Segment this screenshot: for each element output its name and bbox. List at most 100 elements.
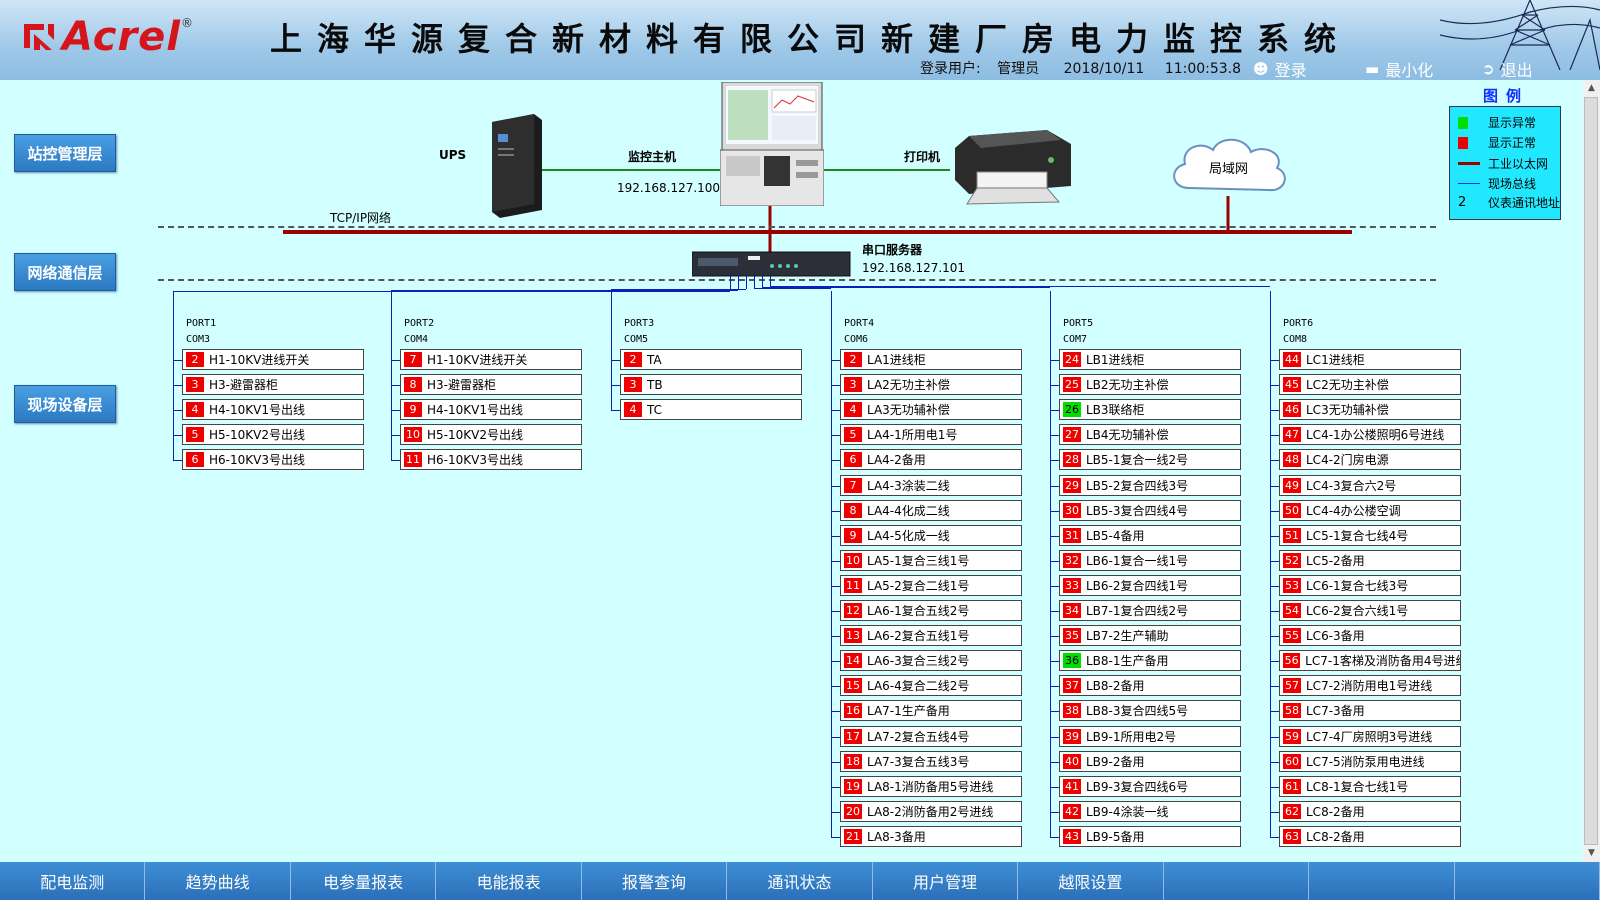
device-item[interactable]: 58 LC7-3备用 bbox=[1279, 700, 1461, 722]
device-item[interactable]: 8 LA4-4化成二线 bbox=[840, 499, 1022, 521]
device-item[interactable]: 46 LC3无功辅补偿 bbox=[1279, 399, 1461, 421]
device-item[interactable]: 12 LA6-1复合五线2号 bbox=[840, 600, 1022, 621]
device-item[interactable]: 59 LC7-4厂房照明3号进线 bbox=[1279, 725, 1461, 747]
device-item[interactable]: 36 LB8-1生产备用 bbox=[1059, 650, 1241, 672]
device-item[interactable]: 18 LA7-3复合五线3号 bbox=[840, 750, 1022, 772]
device-item[interactable]: 4 H4-10KV1号出线 bbox=[182, 399, 364, 421]
device-item[interactable]: 41 LB9-3复合四线6号 bbox=[1059, 775, 1241, 797]
device-item[interactable]: 50 LC4-4办公楼空调 bbox=[1279, 499, 1461, 521]
device-item[interactable]: 5 LA4-1所用电1号 bbox=[840, 424, 1022, 446]
scroll-up-icon[interactable]: ▲ bbox=[1583, 80, 1600, 97]
device-item[interactable]: 34 LB7-1复合四线2号 bbox=[1059, 600, 1241, 621]
device-item[interactable]: 10 LA5-1复合三线1号 bbox=[840, 549, 1022, 571]
device-item[interactable]: 38 LB8-3复合四线5号 bbox=[1059, 700, 1241, 722]
device-item[interactable]: 13 LA6-2复合五线1号 bbox=[840, 625, 1022, 647]
nav-user-management[interactable]: 用户管理 bbox=[873, 862, 1019, 900]
device-item[interactable]: 4 TC bbox=[620, 399, 802, 421]
device-item[interactable]: 9 LA4-5化成一线 bbox=[840, 524, 1022, 546]
device-item[interactable]: 63 LC8-2备用 bbox=[1279, 825, 1461, 847]
fieldbus-branch bbox=[1270, 686, 1279, 688]
device-item[interactable]: 7 H1-10KV进线开关 bbox=[400, 349, 582, 370]
device-item[interactable]: 14 LA6-3复合三线2号 bbox=[840, 650, 1022, 672]
device-item[interactable]: 16 LA7-1生产备用 bbox=[840, 700, 1022, 722]
device-item[interactable]: 53 LC6-1复合七线3号 bbox=[1279, 574, 1461, 596]
fieldbus-branch bbox=[1050, 636, 1059, 638]
device-item[interactable]: 15 LA6-4复合二线2号 bbox=[840, 675, 1022, 697]
device-item[interactable]: 37 LB8-2备用 bbox=[1059, 675, 1241, 697]
device-item[interactable]: 43 LB9-5备用 bbox=[1059, 825, 1241, 847]
device-item[interactable]: 25 LB2无功主补偿 bbox=[1059, 374, 1241, 396]
device-item[interactable]: 3 H3-避雷器柜 bbox=[182, 374, 364, 396]
device-item[interactable]: 33 LB6-2复合四线1号 bbox=[1059, 574, 1241, 596]
device-item[interactable]: 42 LB9-4涂装一线 bbox=[1059, 800, 1241, 822]
device-item[interactable]: 52 LC5-2备用 bbox=[1279, 549, 1461, 571]
nav-empty-3[interactable] bbox=[1455, 862, 1600, 900]
device-item[interactable]: 30 LB5-3复合四线4号 bbox=[1059, 499, 1241, 521]
device-item[interactable]: 8 H3-避雷器柜 bbox=[400, 374, 582, 396]
device-item[interactable]: 27 LB4无功辅补偿 bbox=[1059, 424, 1241, 446]
device-address: 5 bbox=[844, 427, 862, 443]
nav-alarm-query[interactable]: 报警查询 bbox=[582, 862, 728, 900]
nav-energy-report[interactable]: 电能报表 bbox=[436, 862, 582, 900]
fieldbus-branch bbox=[1050, 435, 1059, 437]
device-item[interactable]: 5 H5-10KV2号出线 bbox=[182, 424, 364, 446]
device-item[interactable]: 19 LA8-1消防备用5号进线 bbox=[840, 775, 1022, 797]
device-item[interactable]: 29 LB5-2复合四线3号 bbox=[1059, 474, 1241, 496]
device-item[interactable]: 3 LA2无功主补偿 bbox=[840, 374, 1022, 396]
device-item[interactable]: 56 LC7-1客梯及消防备用4号进线 bbox=[1279, 650, 1461, 672]
device-item[interactable]: 2 TA bbox=[620, 349, 802, 370]
device-item[interactable]: 49 LC4-3复合六2号 bbox=[1279, 474, 1461, 496]
device-item[interactable]: 47 LC4-1办公楼照明6号进线 bbox=[1279, 424, 1461, 446]
vertical-scrollbar[interactable]: ▲ ▼ bbox=[1583, 80, 1600, 862]
scroll-thumb[interactable] bbox=[1584, 97, 1598, 845]
device-item[interactable]: 6 LA4-2备用 bbox=[840, 449, 1022, 471]
device-item[interactable]: 54 LC6-2复合六线1号 bbox=[1279, 600, 1461, 621]
device-name: LB6-2复合四线1号 bbox=[1086, 578, 1189, 593]
fieldbus-line bbox=[762, 276, 763, 287]
device-item[interactable]: 2 H1-10KV进线开关 bbox=[182, 349, 364, 370]
device-item[interactable]: 11 H6-10KV3号出线 bbox=[400, 449, 582, 471]
nav-empty-2[interactable] bbox=[1309, 862, 1455, 900]
device-item[interactable]: 4 LA3无功辅补偿 bbox=[840, 399, 1022, 421]
device-item[interactable]: 31 LB5-4备用 bbox=[1059, 524, 1241, 546]
device-item[interactable]: 7 LA4-3涂装二线 bbox=[840, 474, 1022, 496]
device-item[interactable]: 57 LC7-2消防用电1号进线 bbox=[1279, 675, 1461, 697]
device-address: 19 bbox=[844, 778, 862, 794]
device-item[interactable]: 32 LB6-1复合一线1号 bbox=[1059, 549, 1241, 571]
device-item[interactable]: 24 LB1进线柜 bbox=[1059, 349, 1241, 370]
device-item[interactable]: 11 LA5-2复合二线1号 bbox=[840, 574, 1022, 596]
device-item[interactable]: 21 LA8-3备用 bbox=[840, 825, 1022, 847]
fieldbus-branch bbox=[831, 636, 840, 638]
nav-distribution-monitor[interactable]: 配电监测 bbox=[0, 862, 146, 900]
nav-comm-status[interactable]: 通讯状态 bbox=[727, 862, 873, 900]
device-item[interactable]: 48 LC4-2门房电源 bbox=[1279, 449, 1461, 471]
device-item[interactable]: 9 H4-10KV1号出线 bbox=[400, 399, 582, 421]
device-item[interactable]: 6 H6-10KV3号出线 bbox=[182, 449, 364, 471]
device-item[interactable]: 40 LB9-2备用 bbox=[1059, 750, 1241, 772]
device-item[interactable]: 39 LB9-1所用电2号 bbox=[1059, 725, 1241, 747]
device-address: 45 bbox=[1283, 377, 1301, 393]
device-item[interactable]: 20 LA8-2消防备用2号进线 bbox=[840, 800, 1022, 822]
nav-limit-settings[interactable]: 越限设置 bbox=[1018, 862, 1164, 900]
device-name: LB2无功主补偿 bbox=[1086, 378, 1169, 393]
nav-empty-1[interactable] bbox=[1164, 862, 1310, 900]
device-item[interactable]: 26 LB3联络柜 bbox=[1059, 399, 1241, 421]
nav-parameter-report[interactable]: 电参量报表 bbox=[291, 862, 437, 900]
device-item[interactable]: 61 LC8-1复合七线1号 bbox=[1279, 775, 1461, 797]
scroll-down-icon[interactable]: ▼ bbox=[1583, 845, 1600, 862]
device-name: H1-10KV进线开关 bbox=[209, 353, 310, 367]
device-item[interactable]: 62 LC8-2备用 bbox=[1279, 800, 1461, 822]
device-item[interactable]: 3 TB bbox=[620, 374, 802, 396]
device-item[interactable]: 51 LC5-1复合七线4号 bbox=[1279, 524, 1461, 546]
device-item[interactable]: 17 LA7-2复合五线4号 bbox=[840, 725, 1022, 747]
device-item[interactable]: 45 LC2无功主补偿 bbox=[1279, 374, 1461, 396]
device-item[interactable]: 28 LB5-1复合一线2号 bbox=[1059, 449, 1241, 471]
device-item[interactable]: 35 LB7-2生产辅助 bbox=[1059, 625, 1241, 647]
device-item[interactable]: 55 LC6-3备用 bbox=[1279, 625, 1461, 647]
nav-trend-curve[interactable]: 趋势曲线 bbox=[145, 862, 291, 900]
device-item[interactable]: 44 LC1进线柜 bbox=[1279, 349, 1461, 370]
device-item[interactable]: 2 LA1进线柜 bbox=[840, 349, 1022, 370]
device-item[interactable]: 10 H5-10KV2号出线 bbox=[400, 424, 582, 446]
device-name: TB bbox=[647, 377, 663, 392]
device-item[interactable]: 60 LC7-5消防泵用电进线 bbox=[1279, 750, 1461, 772]
